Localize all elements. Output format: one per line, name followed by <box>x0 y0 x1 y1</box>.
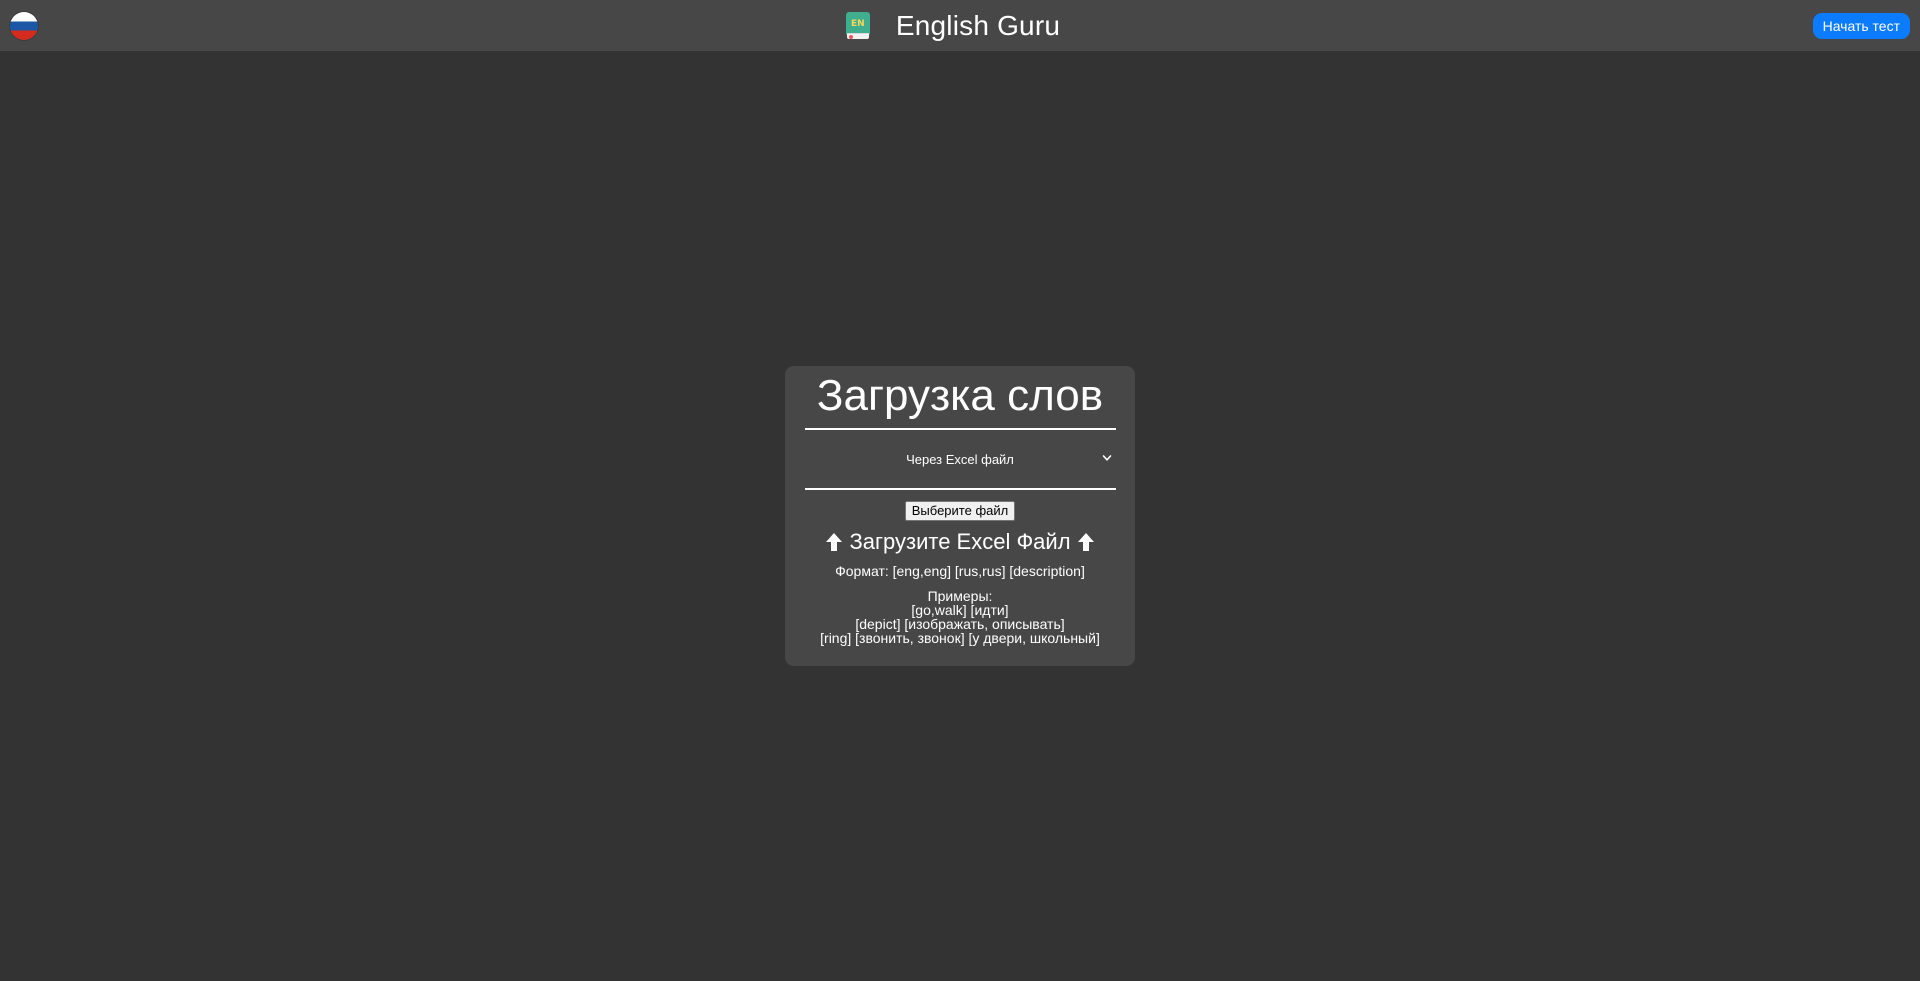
up-arrow-icon <box>1077 533 1094 552</box>
card-title: Загрузка слов <box>816 371 1104 420</box>
divider <box>804 488 1116 491</box>
upload-heading-text: Загрузите Excel Файл <box>849 529 1071 555</box>
chevron-down-icon <box>1102 455 1111 461</box>
examples-label: Примеры: <box>927 588 993 605</box>
upload-heading: Загрузите Excel Файл <box>785 529 1135 555</box>
top-navbar: EN English Guru Начать тест <box>0 0 1920 51</box>
example-line: [ring] [звонить, звонок] [у двери, школь… <box>820 630 1100 647</box>
choose-file-button[interactable]: Выберите файл <box>904 501 1016 522</box>
book-logo-icon: EN <box>845 12 870 39</box>
upload-method-select[interactable]: Через Excel файл <box>805 430 1116 488</box>
start-test-button[interactable]: Начать тест <box>1812 13 1910 39</box>
examples-block: Примеры: [go,walk] [идти] [depict] [изоб… <box>785 589 1135 645</box>
up-arrow-icon <box>826 533 843 552</box>
example-line: [go,walk] [идти] <box>911 602 1009 619</box>
example-line: [depict] [изображать, описывать] <box>855 616 1065 633</box>
logo-badge: EN <box>845 12 870 35</box>
app-title: English Guru <box>895 9 1061 41</box>
format-description: Формат: [eng,eng] [rus,rus] [description… <box>835 563 1085 580</box>
upload-method-value: Через Excel файл <box>906 451 1014 467</box>
upload-words-card: Загрузка слов Через Excel файл Выберите … <box>785 366 1135 666</box>
brand: EN English Guru <box>0 0 1920 51</box>
